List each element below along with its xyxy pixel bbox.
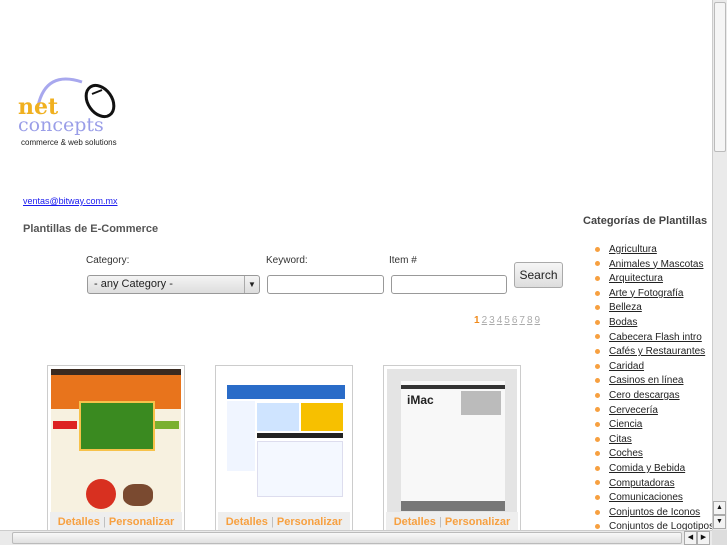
category-link[interactable]: Cafés y Restaurantes bbox=[609, 346, 705, 357]
category-link[interactable]: Arte y Fotografía bbox=[609, 288, 683, 299]
template-thumbnail[interactable] bbox=[51, 369, 181, 515]
category-link[interactable]: Comida y Bebida bbox=[609, 463, 685, 474]
page-link[interactable]: 4 bbox=[497, 315, 503, 326]
details-link[interactable]: Detalles bbox=[226, 516, 268, 528]
separator: | bbox=[102, 516, 106, 528]
category-item: Citas bbox=[595, 433, 714, 448]
search-button[interactable]: Search bbox=[514, 262, 563, 288]
net-concepts-logo[interactable]: net concepts commerce & web solutions bbox=[16, 68, 126, 150]
category-link[interactable]: Cabecera Flash intro bbox=[609, 332, 702, 343]
scroll-down-icon[interactable]: ▼ bbox=[713, 515, 726, 529]
customize-link[interactable]: Personalizar bbox=[445, 516, 510, 528]
keyword-label: Keyword: bbox=[266, 255, 308, 266]
email-link[interactable]: ventas@bitway.com.mx bbox=[23, 196, 118, 206]
template-card: Detalles | Personalizar bbox=[47, 365, 185, 535]
category-item: Conjuntos de Iconos bbox=[595, 506, 714, 521]
category-select[interactable]: - any Category - ▼ bbox=[87, 275, 260, 294]
page-link[interactable]: 5 bbox=[504, 315, 510, 326]
logo-concepts: concepts bbox=[18, 114, 104, 136]
page-link[interactable]: 7 bbox=[519, 315, 525, 326]
category-item: Arquitectura bbox=[595, 272, 714, 287]
category-item: Cervecería bbox=[595, 404, 714, 419]
category-link[interactable]: Animales y Mascotas bbox=[609, 259, 703, 270]
page-link[interactable]: 8 bbox=[527, 315, 533, 326]
category-link[interactable]: Arquitectura bbox=[609, 273, 663, 284]
category-link[interactable]: Agricultura bbox=[609, 244, 657, 255]
customize-link[interactable]: Personalizar bbox=[109, 516, 174, 528]
template-thumbnail[interactable]: iMac bbox=[387, 369, 517, 515]
category-item: Comunicaciones bbox=[595, 491, 714, 506]
category-item: Arte y Fotografía bbox=[595, 287, 714, 302]
separator: | bbox=[438, 516, 442, 528]
category-item: Bodas bbox=[595, 316, 714, 331]
details-link[interactable]: Detalles bbox=[394, 516, 436, 528]
category-label: Category: bbox=[86, 255, 130, 266]
item-label: Item # bbox=[389, 255, 417, 266]
category-list: Agricultura Animales y Mascotas Arquitectu… bbox=[595, 243, 714, 535]
category-item: Computadoras bbox=[595, 477, 714, 492]
category-link[interactable]: Computadoras bbox=[609, 478, 675, 489]
scroll-left-icon[interactable]: ◀ bbox=[684, 531, 697, 545]
category-link[interactable]: Coches bbox=[609, 448, 643, 459]
category-link[interactable]: Casinos en línea bbox=[609, 375, 684, 386]
category-item: Animales y Mascotas bbox=[595, 258, 714, 273]
category-link[interactable]: Citas bbox=[609, 434, 632, 445]
separator: | bbox=[270, 516, 274, 528]
template-card: iMac Detalles | Personalizar bbox=[383, 365, 521, 535]
category-item: Coches bbox=[595, 447, 714, 462]
template-thumbnail[interactable] bbox=[219, 369, 349, 515]
category-value: - any Category - bbox=[94, 278, 173, 290]
category-item: Casinos en línea bbox=[595, 374, 714, 389]
chevron-down-icon: ▼ bbox=[244, 276, 259, 293]
category-item: Cafés y Restaurantes bbox=[595, 345, 714, 360]
category-item: Agricultura bbox=[595, 243, 714, 258]
keyword-input[interactable] bbox=[267, 275, 384, 294]
category-item: Cero descargas bbox=[595, 389, 714, 404]
page-link[interactable]: 3 bbox=[489, 315, 495, 326]
pagination: 123456789 bbox=[474, 315, 542, 326]
category-link[interactable]: Belleza bbox=[609, 302, 642, 313]
logo-tagline: commerce & web solutions bbox=[21, 138, 117, 147]
category-link[interactable]: Caridad bbox=[609, 361, 644, 372]
categories-heading: Categorías de Plantillas bbox=[583, 215, 708, 227]
horizontal-scrollbar[interactable]: ◀ ▶ bbox=[0, 530, 712, 545]
customize-link[interactable]: Personalizar bbox=[277, 516, 342, 528]
item-number-input[interactable] bbox=[391, 275, 507, 294]
page-link[interactable]: 9 bbox=[535, 315, 541, 326]
page-current: 1 bbox=[474, 315, 480, 326]
category-link[interactable]: Conjuntos de Iconos bbox=[609, 507, 700, 518]
page-link[interactable]: 2 bbox=[482, 315, 488, 326]
category-item: Cabecera Flash intro bbox=[595, 331, 714, 346]
scrollbar-thumb[interactable] bbox=[12, 532, 682, 544]
page-title: Plantillas de E-Commerce bbox=[23, 223, 159, 235]
page-link[interactable]: 6 bbox=[512, 315, 518, 326]
category-link[interactable]: Bodas bbox=[609, 317, 637, 328]
details-link[interactable]: Detalles bbox=[58, 516, 100, 528]
category-link[interactable]: Cervecería bbox=[609, 405, 658, 416]
category-link[interactable]: Ciencia bbox=[609, 419, 642, 430]
category-item: Caridad bbox=[595, 360, 714, 375]
category-item: Ciencia bbox=[595, 418, 714, 433]
scrollbar-thumb[interactable] bbox=[714, 2, 726, 152]
scroll-right-icon[interactable]: ▶ bbox=[697, 531, 710, 545]
category-item: Belleza bbox=[595, 301, 714, 316]
category-link[interactable]: Cero descargas bbox=[609, 390, 680, 401]
scroll-up-icon[interactable]: ▲ bbox=[713, 501, 726, 515]
category-link[interactable]: Comunicaciones bbox=[609, 492, 683, 503]
template-card: Detalles | Personalizar bbox=[215, 365, 353, 535]
scrollbar-corner bbox=[712, 530, 727, 545]
category-item: Comida y Bebida bbox=[595, 462, 714, 477]
vertical-scrollbar[interactable]: ▲ ▼ bbox=[712, 0, 727, 530]
